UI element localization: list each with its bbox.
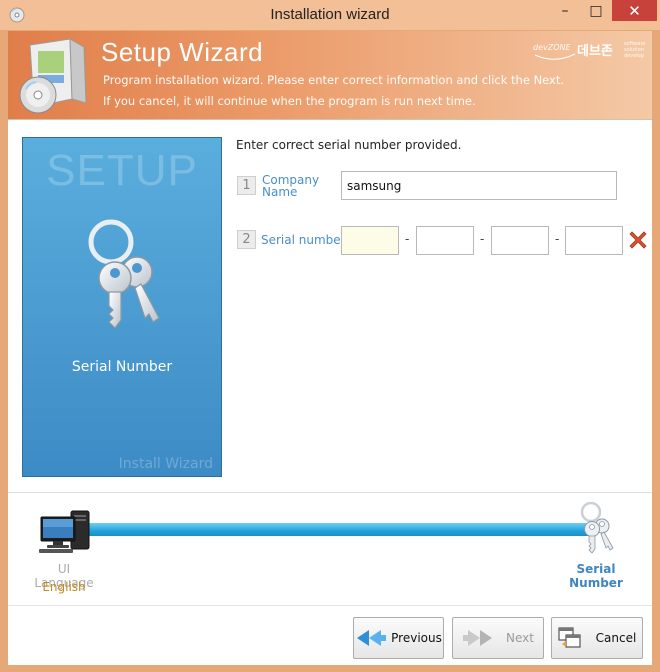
step-side-panel: SETUP Serial Number Install Wizard (22, 137, 222, 477)
keys-icon (88, 219, 160, 329)
next-button-label: Next (506, 631, 534, 645)
close-icon: ✕ (628, 1, 641, 20)
client-area: Setup Wizard Program installation wizard… (8, 31, 652, 665)
serial-number-label: Serial number (261, 233, 346, 247)
header-description-line2: If you cancel, it will continue when the… (103, 94, 476, 108)
cancel-window-icon (558, 627, 581, 648)
wizard-header: Setup Wizard Program installation wizard… (8, 31, 652, 120)
serial-part-4-input[interactable] (565, 226, 623, 255)
button-bar: Previous Next Cancel (8, 605, 652, 665)
serial-part-3-input[interactable] (491, 226, 549, 255)
instruction-text: Enter correct serial number provided. (236, 138, 462, 152)
step-ui-language-value: English (42, 580, 86, 594)
red-x-icon[interactable] (627, 229, 649, 251)
serial-part-1-input[interactable] (341, 226, 399, 255)
serial-separator-3: - (555, 232, 560, 246)
keys-icon (580, 501, 614, 554)
content-area: SETUP Serial Number Install Wizard Enter… (8, 120, 652, 492)
company-name-label-line2: Name (262, 185, 298, 199)
company-name-label: Company Name (262, 174, 319, 198)
header-title: Setup Wizard (101, 37, 264, 67)
cancel-button[interactable]: Cancel (551, 617, 643, 659)
software-box-icon (19, 38, 87, 114)
minimize-icon: – (561, 2, 569, 19)
installer-window: Installation wizard – □ ✕ Setup Wizard P… (0, 0, 660, 672)
brand-swoosh-icon (534, 53, 576, 60)
progress-steps: UI Language English Serial Number (8, 493, 652, 605)
close-button[interactable]: ✕ (612, 0, 657, 21)
company-name-input[interactable] (341, 171, 617, 200)
brand-logo: devZONE 데브존 software solution develop (533, 40, 651, 66)
previous-button[interactable]: Previous (353, 617, 444, 659)
computer-icon (39, 510, 90, 553)
panel-step-label: Serial Number (71, 359, 173, 375)
next-button[interactable]: Next (452, 617, 544, 659)
serial-step-number: 2 (237, 230, 256, 249)
double-arrow-left-icon (357, 630, 387, 646)
minimize-button[interactable]: – (550, 0, 580, 21)
brand-name: 데브존 (577, 44, 613, 59)
maximize-button[interactable]: □ (582, 0, 610, 21)
panel-heading: SETUP (46, 146, 198, 195)
maximize-icon: □ (589, 2, 603, 19)
serial-part-2-input[interactable] (416, 226, 474, 255)
previous-button-label: Previous (391, 631, 442, 645)
serial-separator-1: - (405, 232, 410, 246)
title-bar[interactable]: Installation wizard – □ ✕ (0, 0, 660, 30)
panel-watermark: Install Wizard (118, 456, 213, 472)
progress-bar (82, 523, 590, 536)
step-serial-number-label: Serial Number (569, 562, 623, 590)
cancel-button-label: Cancel (595, 631, 637, 645)
brand-small-text: devZONE (533, 43, 571, 52)
double-arrow-right-icon (463, 630, 493, 646)
brand-tagline: software solution develop (624, 41, 646, 59)
company-step-number: 1 (237, 176, 256, 195)
header-description-line1: Program installation wizard. Please ente… (103, 73, 565, 87)
serial-separator-2: - (480, 232, 485, 246)
